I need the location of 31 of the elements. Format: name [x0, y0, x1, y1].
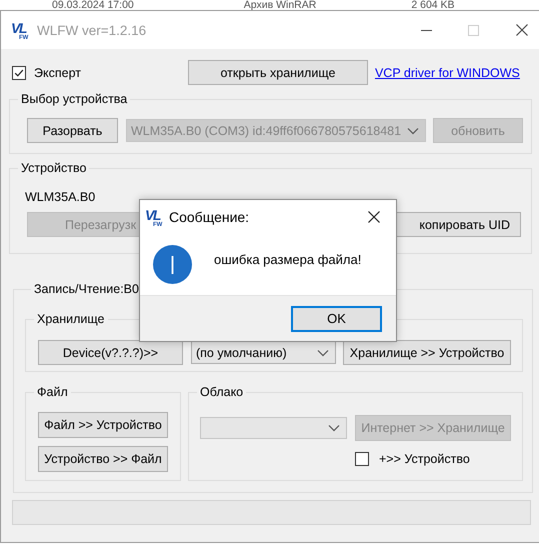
mode-dropdown[interactable]: (по умолчанию)	[191, 341, 336, 364]
group-title: Устройство	[20, 161, 88, 175]
file-to-device-button[interactable]: Файл >> Устройство	[38, 412, 168, 438]
device-button[interactable]: Device(v?.?.?)>>	[38, 340, 183, 365]
group-title: Выбор устройства	[20, 92, 128, 106]
checkbox-label: Эксперт	[34, 66, 81, 80]
chevron-down-icon	[407, 126, 419, 134]
close-icon[interactable]	[368, 210, 380, 222]
chevron-down-icon	[328, 424, 340, 432]
close-icon[interactable]	[516, 24, 528, 36]
checkbox-label: +>> Устройство	[379, 452, 470, 466]
ok-button[interactable]: OK	[291, 306, 382, 332]
chevron-down-icon	[317, 348, 329, 356]
device-name: WLM35A.B0	[25, 190, 96, 204]
file-size: 2 604 KB	[411, 0, 455, 10]
device-to-file-button[interactable]: Устройство >> Файл	[38, 446, 168, 472]
file-type: Архив WinRAR	[244, 0, 316, 10]
driver-link[interactable]: VCP driver for WINDOWS	[374, 66, 520, 80]
storage-to-device-button[interactable]: Хранилище >> Устройство	[343, 340, 511, 365]
group-title: Облако	[199, 385, 244, 399]
checkbox[interactable]	[12, 66, 26, 80]
info-icon	[153, 244, 192, 284]
group-title: Хранилище	[36, 312, 106, 326]
file-date: 09.03.2024 17:00	[52, 0, 134, 10]
open-storage-button[interactable]: открыть хранилище	[188, 60, 368, 85]
window-title: WLFW ver=1.2.16	[37, 22, 148, 38]
dialog-message: ошибка размера файла!	[214, 252, 362, 266]
group-title: Файл	[36, 385, 69, 399]
disconnect-button[interactable]: Разорвать	[27, 118, 118, 143]
checkbox[interactable]	[355, 452, 369, 466]
group-title: Запись/Чтение:B0	[33, 282, 140, 296]
